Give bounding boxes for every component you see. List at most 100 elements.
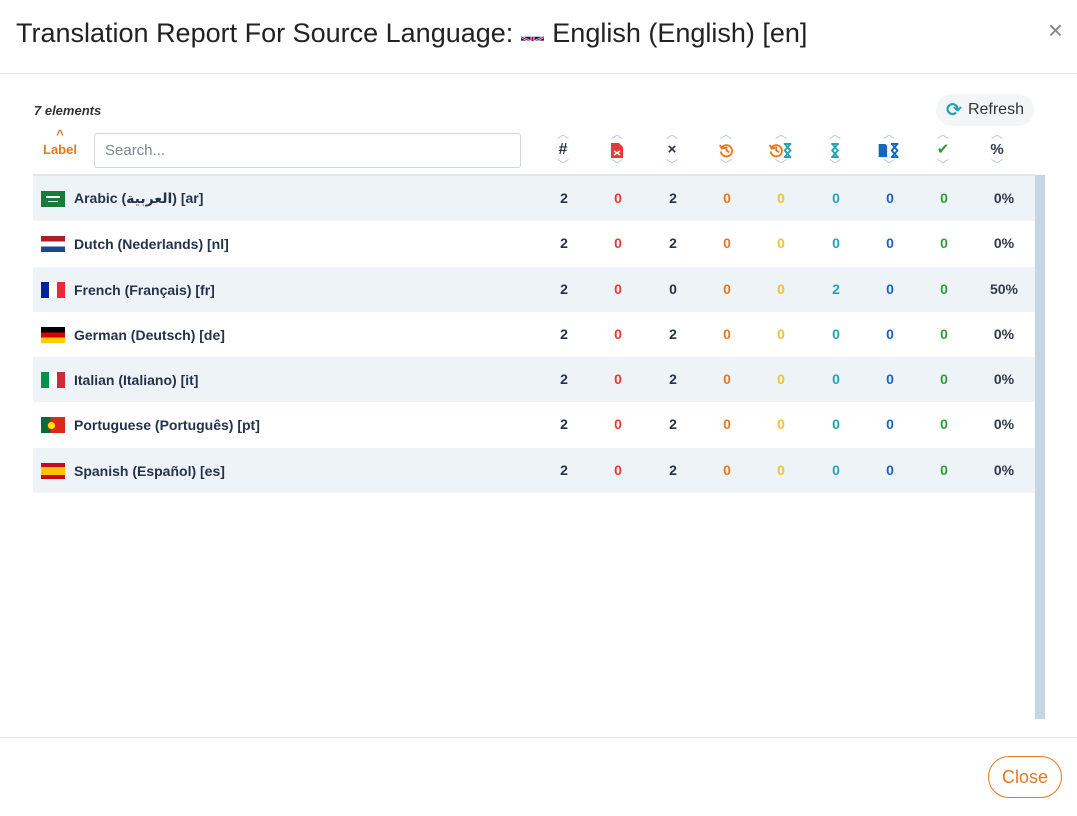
language-label: French (Français) [fr] [74, 281, 215, 298]
cell-percent: 0% [993, 462, 1015, 478]
cell-outdated: 0 [723, 371, 731, 387]
cell-outdated: 0 [723, 281, 731, 297]
it-flag-icon [41, 371, 65, 388]
cell-outdated-pending: 0 [777, 326, 785, 342]
cross-icon: × [667, 141, 677, 158]
table-row[interactable]: French (Français) [fr] 2 0 0 0 0 2 0 0 5… [33, 267, 1035, 312]
row-label: Italian (Italiano) [it] [41, 357, 198, 402]
language-label: Spanish (Español) [es] [74, 462, 225, 479]
table-row[interactable]: Italian (Italiano) [it] 2 0 2 0 0 0 0 0 … [33, 357, 1035, 402]
cell-total: 2 [560, 190, 568, 206]
table-row[interactable]: Spanish (Español) [es] 2 0 2 0 0 0 0 0 0… [33, 448, 1035, 493]
cell-percent: 0% [993, 371, 1015, 387]
column-error[interactable]: ︿ ﹀ [590, 128, 644, 173]
es-flag-icon [41, 462, 65, 479]
sort-up-icon: ︿ [990, 127, 1003, 141]
nl-flag-icon [41, 235, 65, 252]
sort-down-icon: ﹀ [665, 158, 678, 172]
de-flag-icon [41, 326, 65, 343]
cell-error: 0 [614, 416, 622, 432]
file-error-icon [590, 140, 644, 160]
cell-validated: 0 [940, 281, 948, 297]
sort-down-icon: ﹀ [990, 158, 1003, 172]
sort-down-icon: ﹀ [882, 158, 895, 172]
refresh-label: Refresh [967, 101, 1024, 118]
cell-validated: 0 [940, 416, 948, 432]
cell-percent: 0% [993, 235, 1015, 251]
cell-missing: 2 [669, 326, 677, 342]
language-label: Arabic (العربية) [ar] [74, 190, 204, 206]
column-percent[interactable]: ︿ % ﹀ [970, 127, 1024, 173]
refresh-button[interactable]: ⟳ Refresh [936, 94, 1034, 126]
language-label: Italian (Italiano) [it] [74, 371, 199, 388]
column-pending[interactable]: ︿ ﹀ [808, 127, 862, 173]
cell-total: 2 [560, 326, 568, 342]
table-row[interactable]: Arabic (العربية) [ar] 2 0 2 0 0 0 0 0 0% [33, 176, 1035, 221]
table-row[interactable]: Portuguese (Português) [pt] 2 0 2 0 0 0 … [33, 402, 1035, 447]
cell-total: 2 [560, 235, 568, 251]
cell-proofread-pending: 0 [886, 281, 894, 297]
sort-down-icon: ﹀ [719, 158, 732, 172]
cell-proofread-pending: 0 [886, 462, 894, 478]
column-outdated-pending[interactable]: ︿ ﹀ [754, 127, 808, 173]
cell-pending: 0 [832, 235, 840, 251]
cell-total: 2 [560, 462, 568, 478]
close-icon[interactable]: × [1048, 16, 1063, 44]
row-label: French (Français) [fr] [41, 267, 215, 312]
sort-up-icon: ︿ [719, 127, 732, 141]
check-icon: ✔ [936, 141, 950, 158]
row-label: Portuguese (Português) [pt] [41, 402, 260, 447]
column-outdated[interactable]: ︿ ﹀ [699, 127, 753, 173]
cell-validated: 0 [940, 235, 948, 251]
cell-validated: 0 [940, 190, 948, 206]
cell-error: 0 [614, 235, 622, 251]
cell-validated: 0 [940, 371, 948, 387]
percent-icon: % [990, 141, 1004, 158]
sort-up-icon: ︿ [774, 127, 787, 141]
cell-outdated-pending: 0 [777, 462, 785, 478]
close-button[interactable]: Close [988, 756, 1062, 798]
cell-outdated: 0 [723, 190, 731, 206]
cell-total: 2 [560, 281, 568, 297]
cell-percent: 0% [993, 326, 1015, 342]
report-table: Arabic (العربية) [ar] 2 0 2 0 0 0 0 0 0%… [33, 174, 1035, 720]
title-prefix: Translation Report For Source Language: [16, 18, 514, 48]
cell-total: 2 [560, 416, 568, 432]
column-validated[interactable]: ︿ ✔ ﹀ [916, 128, 970, 173]
cell-proofread-pending: 0 [886, 235, 894, 251]
cell-missing: 0 [669, 281, 677, 297]
cell-outdated-pending: 0 [777, 190, 785, 206]
cell-outdated: 0 [723, 462, 731, 478]
table-row[interactable]: German (Deutsch) [de] 2 0 2 0 0 0 0 0 0% [33, 312, 1035, 357]
cell-proofread-pending: 0 [886, 190, 894, 206]
row-label: Spanish (Español) [es] [41, 448, 225, 493]
sort-up-icon: ︿ [556, 127, 569, 141]
cell-pending: 0 [832, 190, 840, 206]
row-label: Arabic (العربية) [ar] [41, 176, 203, 221]
search-input[interactable] [94, 133, 521, 168]
cell-pending: 0 [832, 326, 840, 342]
modal-title: Translation Report For Source Language: … [16, 18, 807, 49]
sort-down-icon: ﹀ [610, 158, 623, 172]
cell-outdated-pending: 0 [777, 235, 785, 251]
sort-up-icon: ︿ [665, 127, 678, 141]
cell-outdated-pending: 0 [777, 416, 785, 432]
sort-up-icon: ︿ [828, 127, 841, 141]
column-total[interactable]: ︿ # ﹀ [536, 127, 590, 173]
cell-error: 0 [614, 190, 622, 206]
sa-flag-icon [41, 190, 65, 207]
cell-outdated-pending: 0 [777, 281, 785, 297]
sort-by-label[interactable]: ^ Label [34, 127, 86, 158]
table-row[interactable]: Dutch (Nederlands) [nl] 2 0 2 0 0 0 0 0 … [33, 221, 1035, 266]
cell-missing: 2 [669, 462, 677, 478]
column-missing[interactable]: ︿ × ﹀ [645, 127, 699, 173]
cell-error: 0 [614, 281, 622, 297]
sort-up-icon: ^ [56, 127, 64, 142]
cell-percent: 0% [993, 190, 1015, 206]
cell-outdated-pending: 0 [777, 371, 785, 387]
column-proofread-pending[interactable]: ︿ ﹀ [862, 128, 916, 173]
table-scrollbar[interactable] [1035, 175, 1045, 719]
cell-missing: 2 [669, 416, 677, 432]
cell-proofread-pending: 0 [886, 371, 894, 387]
modal-header: Translation Report For Source Language: … [0, 0, 1077, 74]
